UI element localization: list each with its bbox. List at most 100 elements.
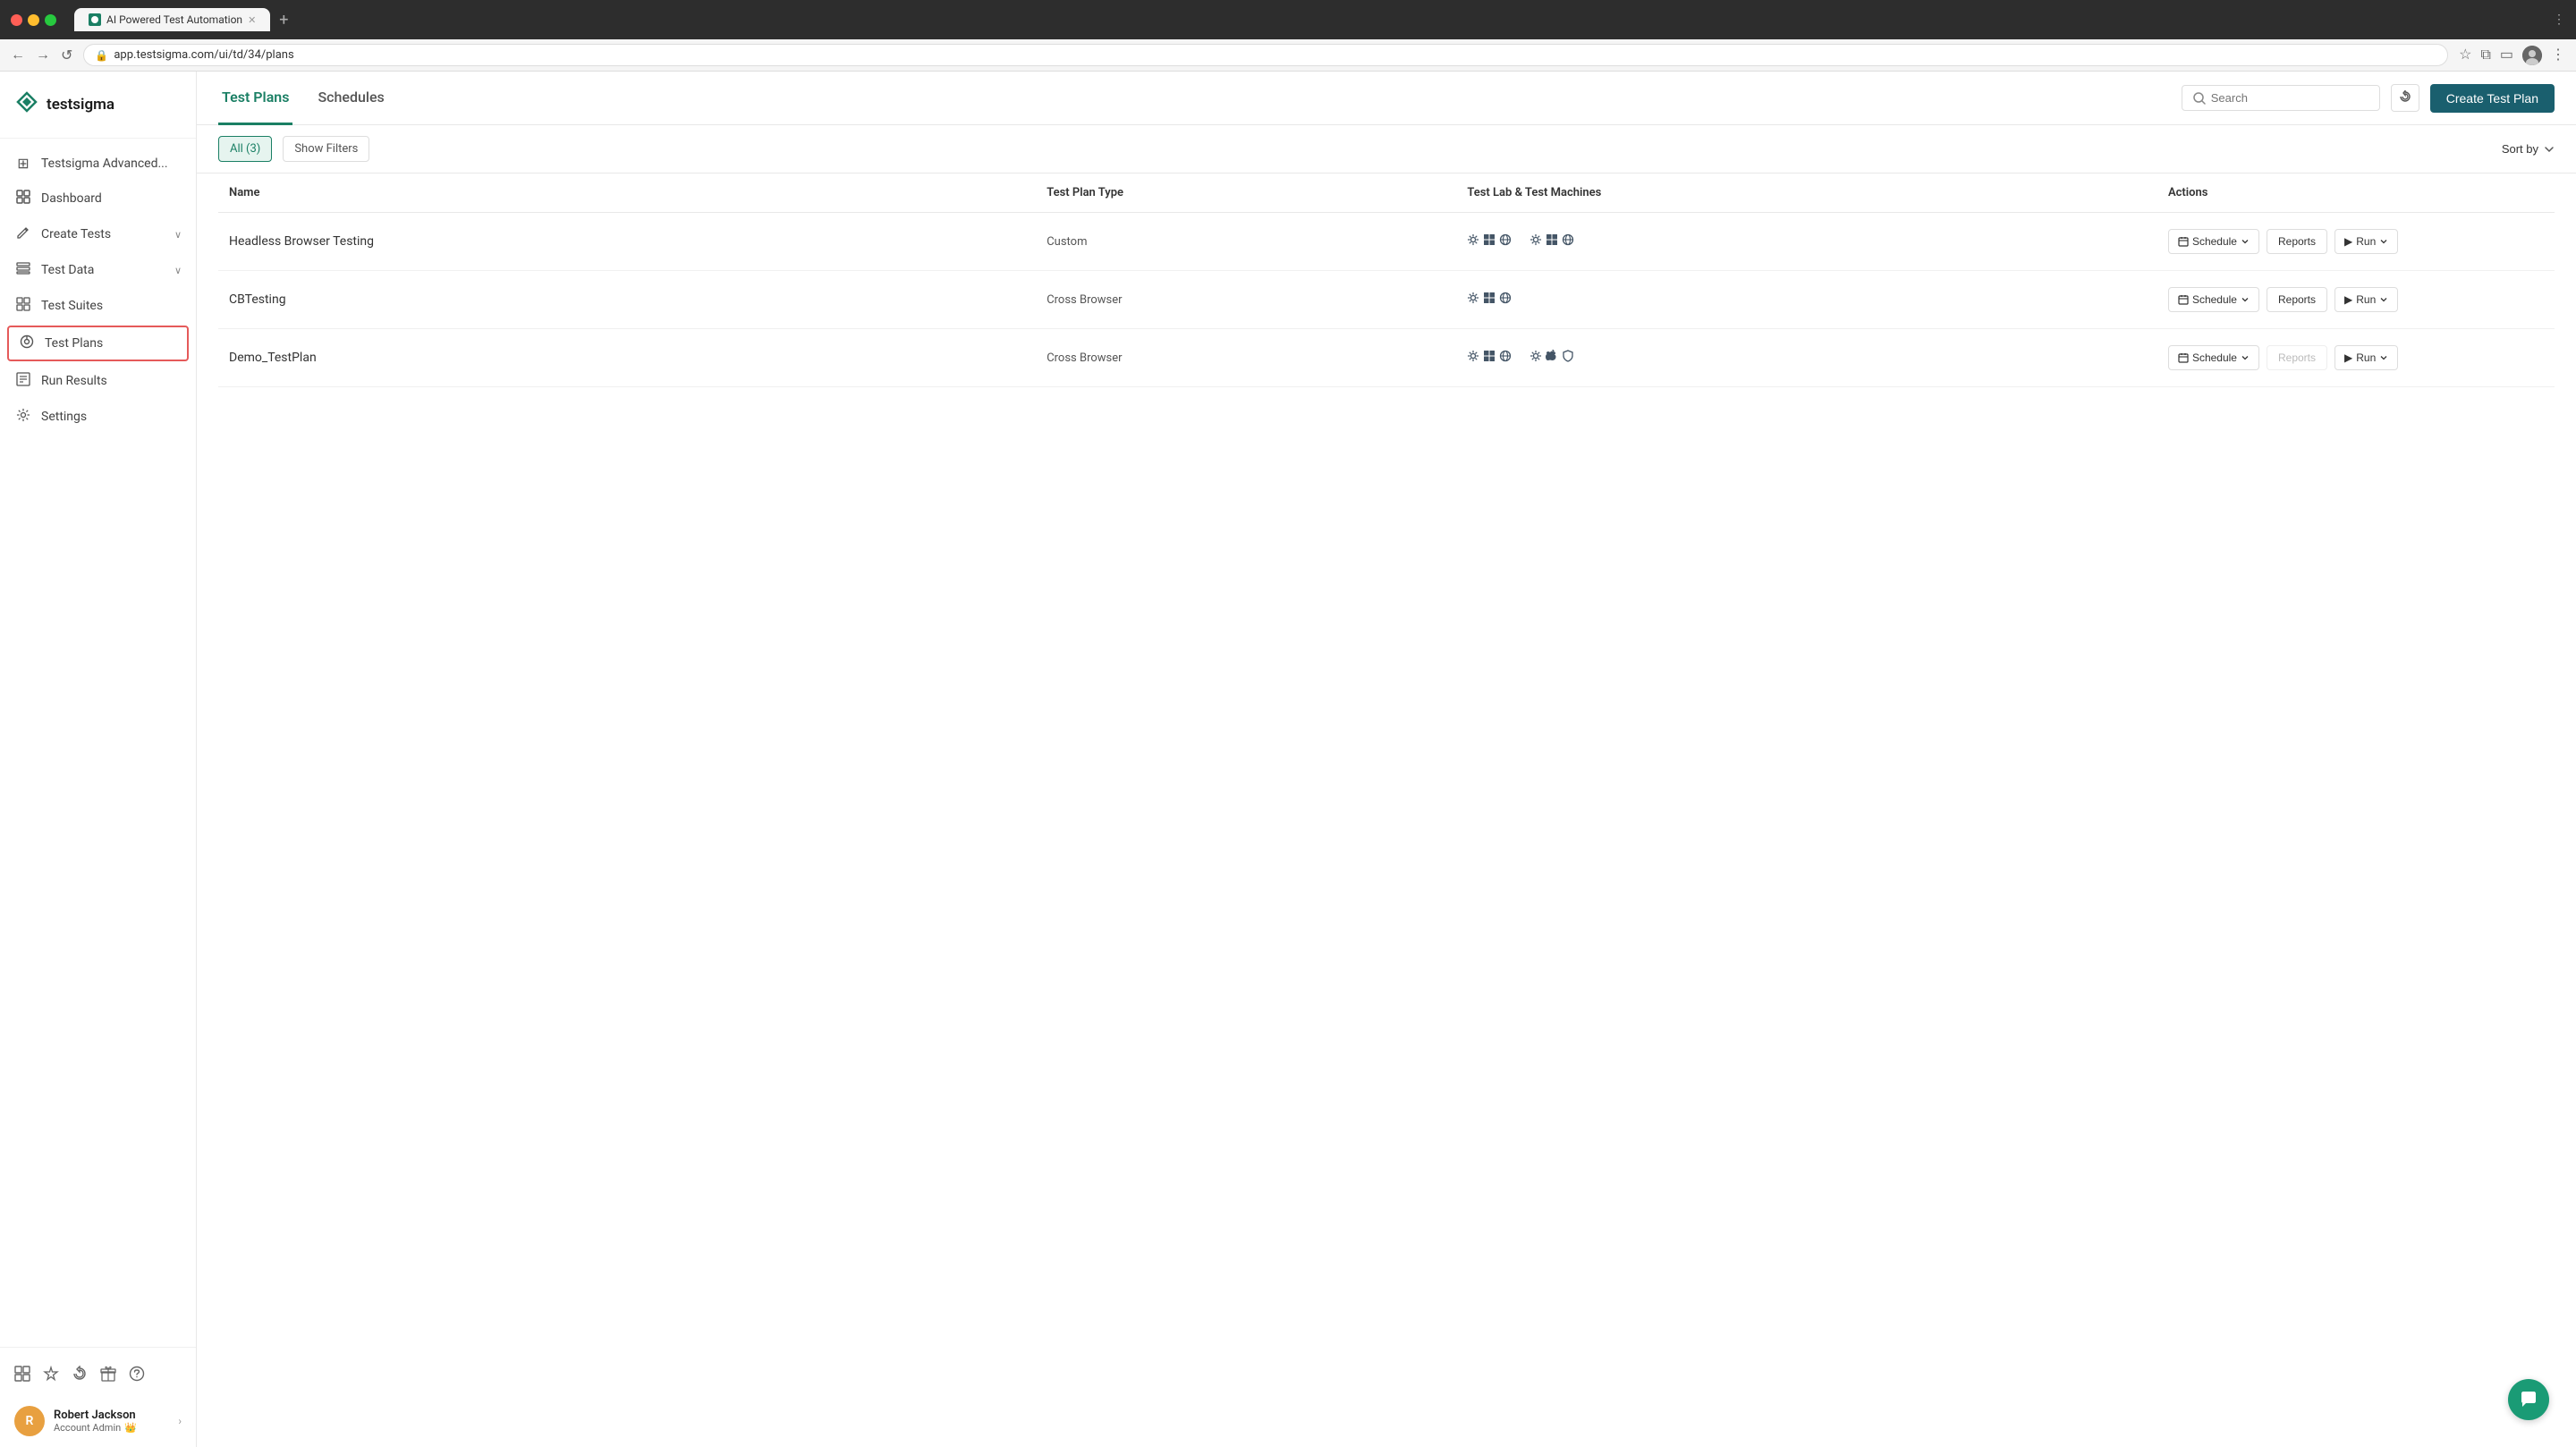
tab-test-plans[interactable]: Test Plans bbox=[218, 72, 292, 125]
top-bar-actions: Create Test Plan bbox=[2182, 84, 2555, 113]
run-button-row2[interactable]: ▶ Run bbox=[2334, 287, 2398, 312]
machine-group-2a bbox=[1467, 292, 1512, 308]
minimize-button[interactable] bbox=[28, 14, 39, 26]
sidebar-item-test-data[interactable]: Test Data ∨ bbox=[0, 252, 196, 288]
tab-title: AI Powered Test Automation bbox=[106, 13, 242, 26]
extensions-icon[interactable]: ⧉ bbox=[2480, 46, 2490, 65]
row3-name: Demo_TestPlan bbox=[218, 329, 1036, 387]
tabs: Test Plans Schedules bbox=[218, 72, 2182, 125]
test-plans-table: Name Test Plan Type Test Lab & Test Mach… bbox=[218, 173, 2555, 387]
sidebar: testsigma ⊞ Testsigma Advanced... Dash bbox=[0, 72, 197, 1447]
reload-button[interactable]: ↺ bbox=[61, 47, 72, 64]
machine-group-3a bbox=[1467, 350, 1512, 366]
user-role-text: Account Admin bbox=[54, 1422, 121, 1434]
apple-icon bbox=[1546, 350, 1558, 366]
refresh-icon[interactable] bbox=[72, 1366, 88, 1386]
fullscreen-button[interactable] bbox=[45, 14, 56, 26]
sidebar-bottom: R Robert Jackson Account Admin 👑 › bbox=[0, 1347, 196, 1447]
schedule-label: Schedule bbox=[2192, 293, 2237, 306]
tab-schedules-label: Schedules bbox=[318, 89, 384, 106]
schedule-button-row1[interactable]: Schedule bbox=[2168, 229, 2259, 254]
bottom-icons bbox=[14, 1358, 182, 1393]
test-data-label: Test Data bbox=[41, 263, 94, 277]
split-view-icon[interactable]: ▭ bbox=[2500, 46, 2513, 65]
row3-type: Cross Browser bbox=[1036, 329, 1456, 387]
user-initial: R bbox=[26, 1414, 34, 1428]
tab-test-plans-label: Test Plans bbox=[222, 89, 289, 106]
gear-icon bbox=[1467, 233, 1479, 250]
windows-icon bbox=[1546, 233, 1558, 250]
calendar-icon bbox=[2178, 236, 2189, 247]
traffic-lights bbox=[11, 14, 56, 26]
user-chevron-icon: › bbox=[178, 1415, 182, 1427]
nav-icons: ☆ ⧉ ▭ ⋮ bbox=[2459, 46, 2565, 65]
sidebar-item-run-results[interactable]: Run Results bbox=[0, 363, 196, 399]
table-header-row: Name Test Plan Type Test Lab & Test Mach… bbox=[218, 173, 2555, 213]
sidebar-item-apps[interactable]: ⊞ Testsigma Advanced... bbox=[0, 146, 196, 181]
sidebar-item-dashboard[interactable]: Dashboard bbox=[0, 181, 196, 216]
star-icon[interactable] bbox=[43, 1366, 59, 1386]
sort-by-button[interactable]: Sort by bbox=[2502, 142, 2555, 156]
active-tab[interactable]: AI Powered Test Automation ✕ bbox=[74, 8, 270, 31]
close-button[interactable] bbox=[11, 14, 22, 26]
browser-icon bbox=[1562, 233, 1574, 250]
gift-icon[interactable] bbox=[100, 1366, 116, 1386]
back-button[interactable]: ← bbox=[11, 47, 25, 63]
browser-icon bbox=[1499, 292, 1512, 308]
run-dropdown-icon bbox=[2379, 353, 2388, 362]
sidebar-item-test-plans[interactable]: Test Plans bbox=[7, 326, 189, 361]
create-test-plan-button[interactable]: Create Test Plan bbox=[2430, 84, 2555, 113]
browser-menu[interactable]: ⋮ bbox=[2553, 13, 2565, 27]
sidebar-item-apps-label: Testsigma Advanced... bbox=[41, 157, 168, 171]
chat-bubble[interactable] bbox=[2508, 1379, 2549, 1420]
search-input[interactable] bbox=[2211, 91, 2368, 105]
bookmark-icon[interactable]: ☆ bbox=[2459, 46, 2471, 65]
new-tab-button[interactable]: + bbox=[274, 11, 293, 30]
row1-machines bbox=[1456, 213, 2157, 271]
schedule-label: Schedule bbox=[2192, 235, 2237, 248]
run-results-label: Run Results bbox=[41, 374, 107, 388]
shield-icon bbox=[1562, 350, 1574, 366]
reports-button-row2[interactable]: Reports bbox=[2267, 287, 2327, 312]
row2-name: CBTesting bbox=[218, 271, 1036, 329]
schedule-button-row2[interactable]: Schedule bbox=[2168, 287, 2259, 312]
user-role: Account Admin 👑 bbox=[54, 1422, 169, 1434]
tab-close-icon[interactable]: ✕ bbox=[248, 14, 256, 26]
run-button-row3[interactable]: ▶ Run bbox=[2334, 345, 2398, 370]
refresh-button[interactable] bbox=[2391, 84, 2419, 112]
all-filter-badge[interactable]: All (3) bbox=[218, 136, 272, 162]
tab-bar: AI Powered Test Automation ✕ + bbox=[74, 8, 2546, 31]
user-row[interactable]: R Robert Jackson Account Admin 👑 › bbox=[14, 1406, 182, 1436]
browser-icon bbox=[1499, 350, 1512, 366]
browser-more-icon[interactable]: ⋮ bbox=[2551, 46, 2565, 65]
dashboard-label: Dashboard bbox=[41, 191, 102, 206]
schedule-button-row3[interactable]: Schedule bbox=[2168, 345, 2259, 370]
table-container: Name Test Plan Type Test Lab & Test Mach… bbox=[197, 173, 2576, 1447]
col-type: Test Plan Type bbox=[1036, 173, 1456, 213]
grid-icon[interactable] bbox=[14, 1366, 30, 1386]
forward-button[interactable]: → bbox=[36, 47, 50, 63]
run-button-row1[interactable]: ▶ Run bbox=[2334, 229, 2398, 254]
show-filters-button[interactable]: Show Filters bbox=[283, 136, 369, 162]
test-plans-label: Test Plans bbox=[45, 336, 103, 351]
user-avatar: R bbox=[14, 1406, 45, 1436]
settings-label: Settings bbox=[41, 410, 87, 424]
profile-avatar[interactable] bbox=[2522, 46, 2542, 65]
address-bar[interactable]: 🔒 app.testsigma.com/ui/td/34/plans bbox=[83, 44, 2448, 66]
create-tests-chevron: ∨ bbox=[174, 229, 182, 241]
row1-actions: Schedule Reports ▶ Run bbox=[2157, 213, 2555, 271]
tab-schedules[interactable]: Schedules bbox=[314, 72, 387, 125]
reports-button-row3[interactable]: Reports bbox=[2267, 345, 2327, 370]
sidebar-item-test-suites[interactable]: Test Suites bbox=[0, 288, 196, 324]
help-icon[interactable] bbox=[129, 1366, 145, 1386]
app: testsigma ⊞ Testsigma Advanced... Dash bbox=[0, 72, 2576, 1447]
search-box[interactable] bbox=[2182, 85, 2380, 111]
apps-icon: ⊞ bbox=[14, 155, 32, 172]
sidebar-item-create-tests[interactable]: Create Tests ∨ bbox=[0, 216, 196, 252]
windows-icon bbox=[1483, 292, 1496, 308]
lock-icon: 🔒 bbox=[95, 49, 108, 62]
run-icon: ▶ bbox=[2344, 351, 2352, 364]
sidebar-item-settings[interactable]: Settings bbox=[0, 399, 196, 435]
sort-by-label: Sort by bbox=[2502, 142, 2538, 156]
reports-button-row1[interactable]: Reports bbox=[2267, 229, 2327, 254]
